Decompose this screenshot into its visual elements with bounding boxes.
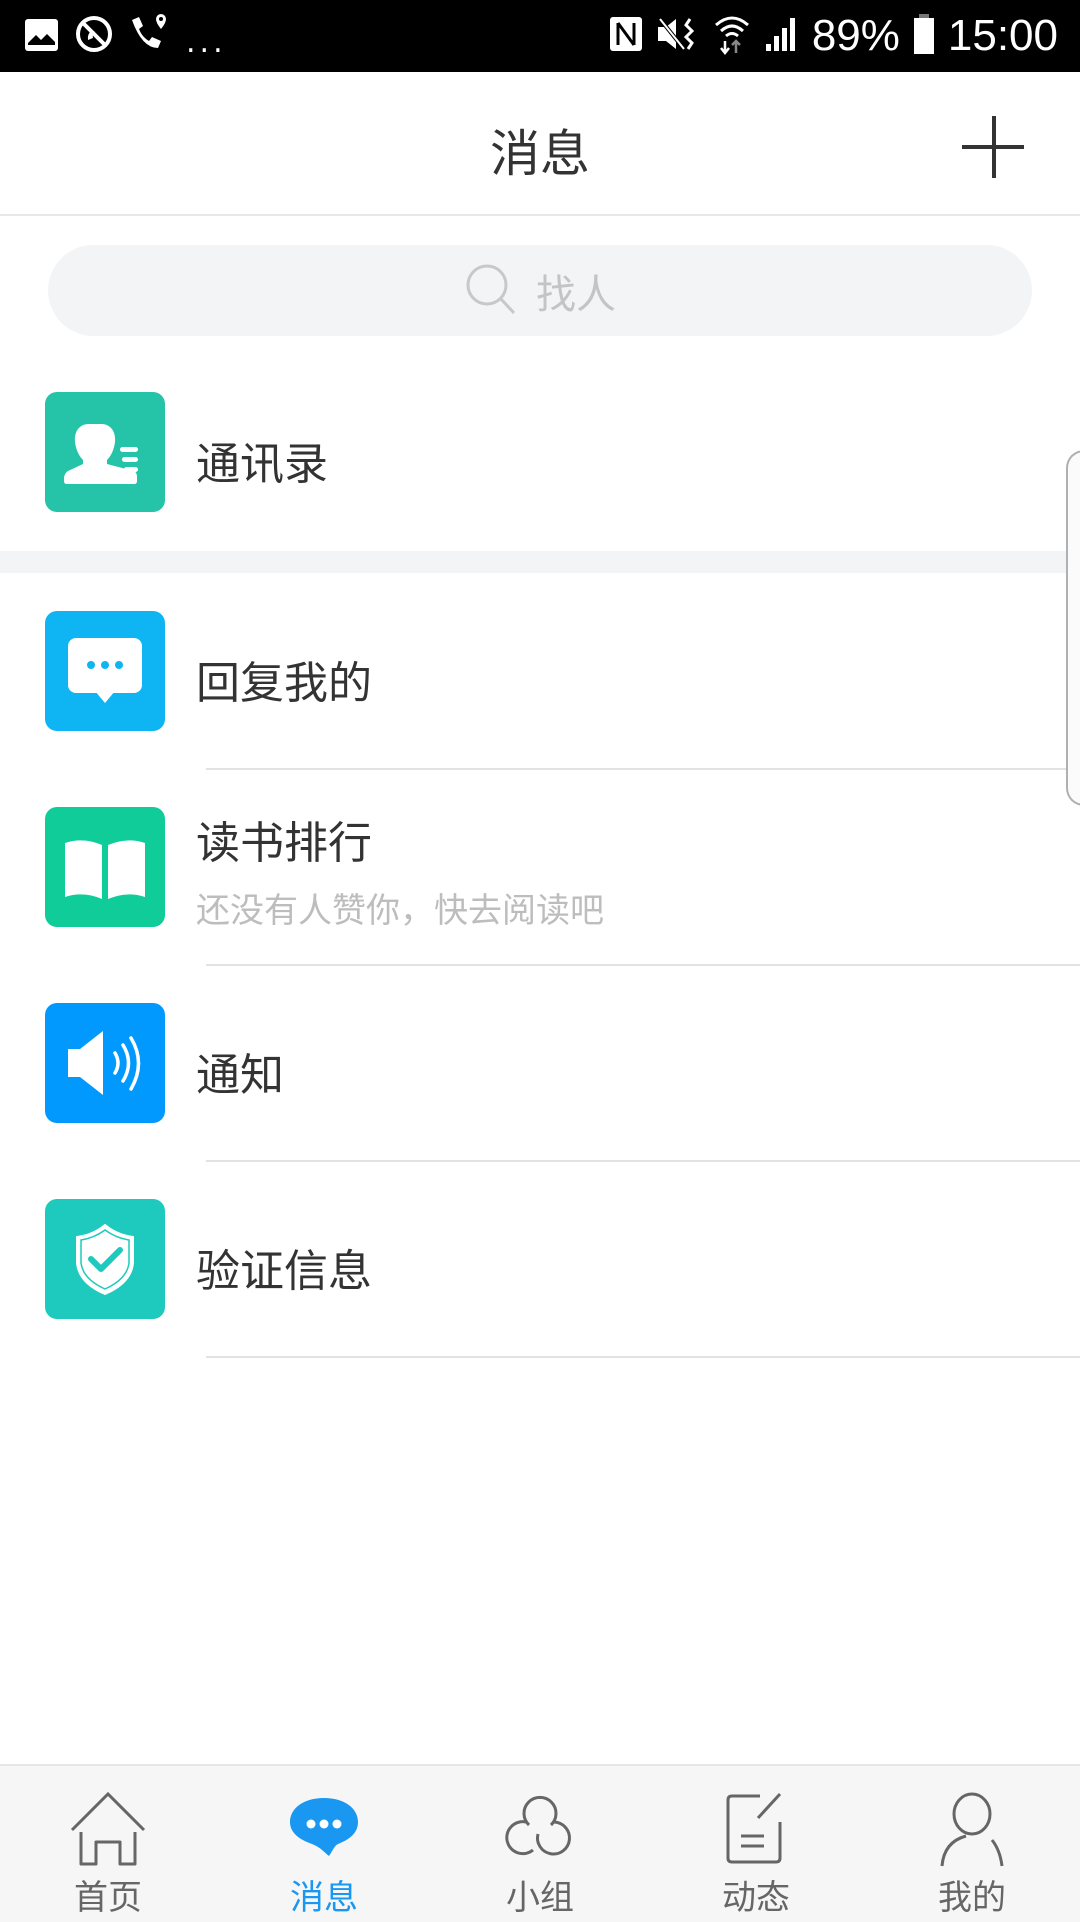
divider — [206, 768, 1080, 770]
list-item-notice[interactable]: 通知 — [0, 993, 1080, 1133]
tab-messages[interactable]: 消息 — [216, 1766, 432, 1922]
contacts-row[interactable]: 通讯录 — [0, 382, 1080, 522]
message-icon — [284, 1792, 364, 1868]
list-item-label: 验证信息 — [196, 1246, 372, 1297]
tab-label: 动态 — [722, 1878, 790, 1918]
group-icon — [500, 1792, 580, 1868]
clock: 15:00 — [947, 11, 1058, 60]
tab-activity[interactable]: 动态 — [648, 1766, 864, 1922]
header: 消息 — [0, 72, 1080, 216]
list-item-label: 回复我的 — [196, 658, 372, 709]
list-item-verification[interactable]: 验证信息 — [0, 1189, 1080, 1329]
tab-label: 首页 — [74, 1878, 142, 1918]
divider — [206, 1160, 1080, 1162]
status-bar: ... 89% 15:00 — [0, 0, 1080, 72]
gallery-icon — [24, 16, 60, 56]
call-blocked-icon — [74, 14, 114, 58]
divider — [206, 964, 1080, 966]
signal-icon — [764, 16, 800, 56]
wifi-call-location-icon — [128, 12, 172, 60]
wifi-icon — [712, 13, 752, 59]
section-gap — [0, 551, 1080, 573]
chat-bubble-icon — [45, 611, 165, 731]
list-item-label: 通知 — [196, 1050, 284, 1101]
status-left: ... — [24, 12, 227, 60]
list-item-reply[interactable]: 回复我的 — [0, 601, 1080, 741]
contacts-label: 通讯录 — [196, 439, 328, 490]
book-icon — [45, 807, 165, 927]
tab-label: 小组 — [506, 1878, 574, 1918]
post-icon — [716, 1792, 796, 1868]
list-item-reading-rank[interactable]: 读书排行 还没有人赞你，快去阅读吧 — [0, 797, 1080, 937]
divider — [206, 1356, 1080, 1358]
search-icon — [464, 262, 518, 320]
tab-label: 消息 — [290, 1878, 358, 1918]
list-item-subtitle: 还没有人赞你，快去阅读吧 — [196, 891, 604, 931]
tab-label: 我的 — [938, 1878, 1006, 1918]
add-button[interactable] — [962, 116, 1024, 178]
battery-icon — [912, 12, 936, 60]
list-item-label: 读书排行 — [196, 818, 372, 869]
tab-home[interactable]: 首页 — [0, 1766, 216, 1922]
tab-groups[interactable]: 小组 — [432, 1766, 648, 1922]
edge-panel-handle[interactable] — [1066, 450, 1080, 806]
tab-profile[interactable]: 我的 — [864, 1766, 1080, 1922]
search-placeholder: 找人 — [536, 271, 616, 318]
more-notifications-icon: ... — [186, 24, 227, 60]
battery-percentage: 89% — [811, 11, 900, 60]
contacts-icon — [45, 392, 165, 512]
status-right: 89% 15:00 — [608, 10, 1058, 62]
bottom-nav: 首页 消息 小组 动态 我的 — [0, 1764, 1080, 1922]
mute-vibrate-icon — [656, 15, 700, 57]
profile-icon — [932, 1792, 1012, 1868]
speaker-icon — [45, 1003, 165, 1123]
search-input[interactable]: 找人 — [48, 245, 1032, 336]
home-icon — [68, 1792, 148, 1868]
shield-check-icon — [45, 1199, 165, 1319]
page-title: 消息 — [490, 125, 590, 183]
nfc-icon — [608, 15, 644, 57]
